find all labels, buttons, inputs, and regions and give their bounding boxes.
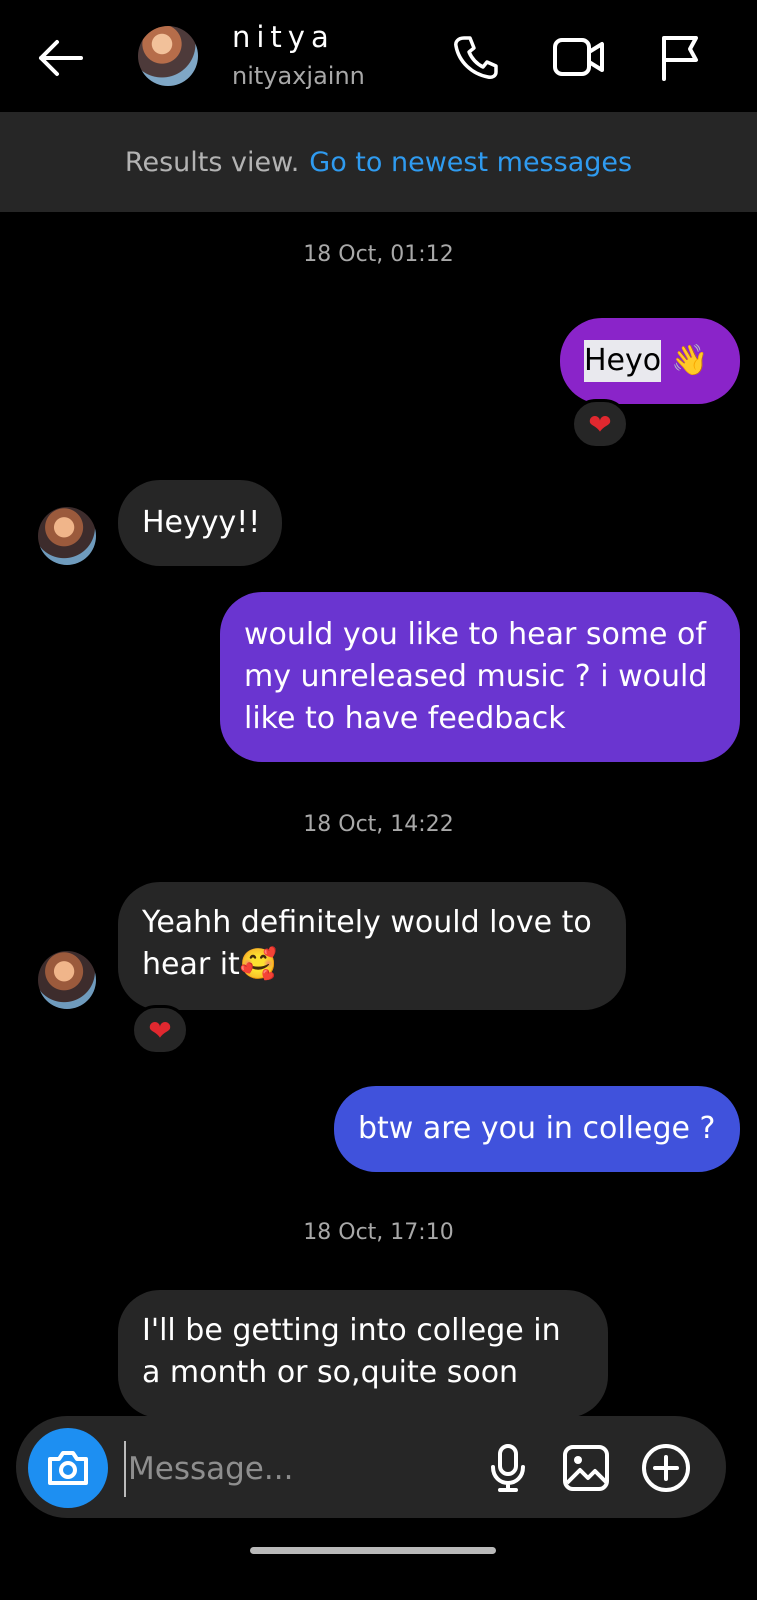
results-banner: Results view. Go to newest messages <box>0 112 757 212</box>
flag-icon <box>662 36 698 81</box>
results-view-text: Results view. <box>124 146 300 178</box>
camera-button[interactable] <box>28 1428 108 1508</box>
message-input[interactable] <box>124 1441 460 1497</box>
image-icon <box>563 1445 609 1491</box>
message-text: btw are you in college ? <box>358 1111 716 1146</box>
chat-header <box>0 0 757 112</box>
profile-avatar[interactable] <box>138 26 198 86</box>
incoming-message[interactable]: I'll be getting into college in a month … <box>118 1290 608 1418</box>
video-camera-icon <box>553 38 604 76</box>
waving-hand-emoji: 👋 <box>671 343 709 378</box>
gallery-button[interactable] <box>556 1437 616 1499</box>
sender-avatar[interactable] <box>38 951 96 1009</box>
report-button[interactable] <box>648 28 710 86</box>
reaction-badge[interactable]: ❤ <box>131 1005 189 1055</box>
voice-message-button[interactable] <box>478 1437 538 1499</box>
heart-icon: ❤ <box>588 407 612 441</box>
back-button[interactable] <box>30 30 90 85</box>
camera-icon <box>48 1451 88 1485</box>
outgoing-message[interactable]: btw are you in college ? <box>334 1086 740 1172</box>
incoming-message[interactable]: Heyyy!! <box>118 480 282 566</box>
smiling-hearts-emoji: 🥰 <box>239 947 278 982</box>
timestamp: 18 Oct, 01:12 <box>303 242 454 267</box>
contact-handle[interactable]: nityaxjainn <box>232 62 365 90</box>
go-to-newest-link[interactable]: Go to newest messages <box>309 147 632 178</box>
heart-icon: ❤ <box>148 1013 172 1047</box>
timestamp: 18 Oct, 14:22 <box>303 812 454 837</box>
home-indicator[interactable] <box>250 1547 496 1554</box>
outgoing-message[interactable]: Heyo 👋 <box>560 318 740 404</box>
message-text: Yeahh definitely would love to hear it <box>142 905 592 982</box>
phone-icon <box>454 36 498 79</box>
microphone-icon <box>491 1444 525 1492</box>
message-text: I'll be getting into college in a month … <box>142 1313 561 1390</box>
more-options-button[interactable] <box>636 1437 696 1499</box>
timestamp: 18 Oct, 17:10 <box>303 1220 454 1245</box>
outgoing-message[interactable]: would you like to hear some of my unrele… <box>220 592 740 762</box>
plus-circle-icon <box>642 1444 690 1492</box>
sender-avatar[interactable] <box>38 507 96 565</box>
voice-call-button[interactable] <box>444 28 506 86</box>
message-text: Heyyy!! <box>142 505 261 540</box>
message-text: Heyo <box>584 340 662 382</box>
back-arrow-icon <box>39 39 83 76</box>
message-text: would you like to hear some of my unrele… <box>244 617 708 736</box>
incoming-message[interactable]: Yeahh definitely would love to hear it🥰 <box>118 882 626 1010</box>
video-call-button[interactable] <box>548 28 610 86</box>
reaction-badge[interactable]: ❤ <box>571 399 629 449</box>
contact-name[interactable]: nitya <box>232 20 335 54</box>
